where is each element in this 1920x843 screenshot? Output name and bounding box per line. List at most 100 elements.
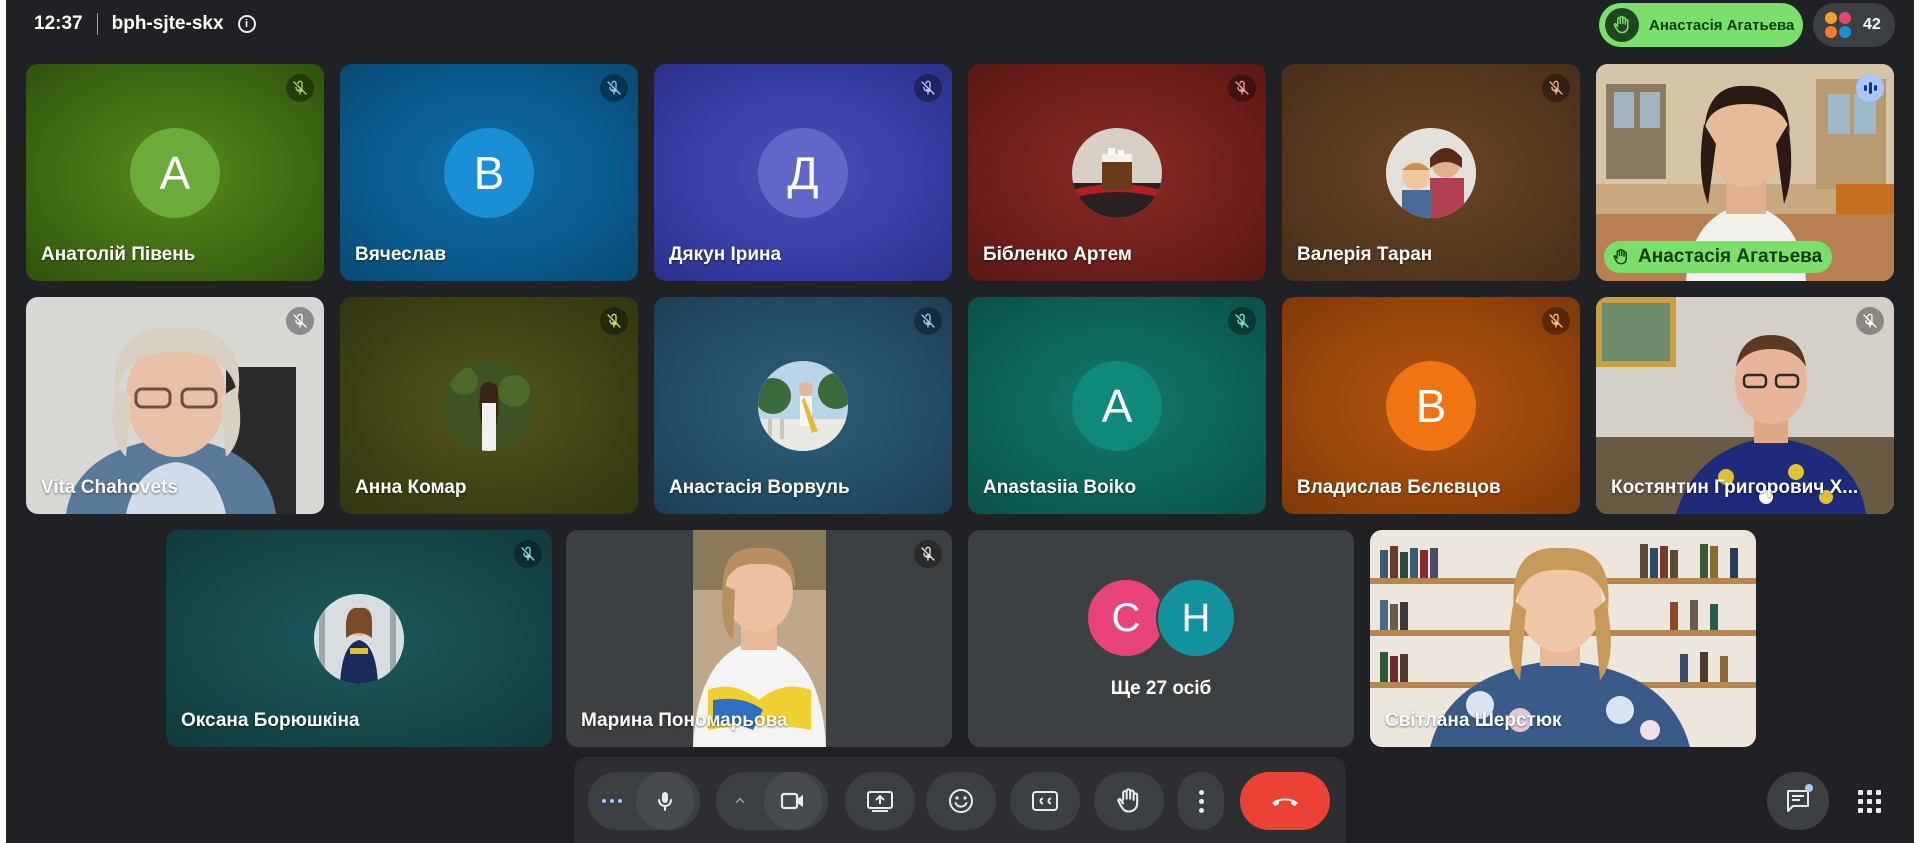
participant-tile[interactable]: Д Дякун Ірина: [654, 64, 952, 281]
mic-control-group: [588, 772, 700, 830]
participant-tile-active-speaker[interactable]: Анастасія Агатьева: [1596, 64, 1894, 281]
participant-tile[interactable]: Світлана Шерстюк: [1370, 530, 1756, 747]
participant-name: Костянтин Григорович Х...: [1611, 477, 1859, 498]
participants-avatars-icon: [1823, 10, 1853, 40]
emoji-icon: [949, 789, 973, 813]
end-call-icon: [1272, 798, 1298, 806]
avatar: A: [1072, 360, 1162, 451]
participant-tile[interactable]: Костянтин Григорович Х...: [1596, 297, 1894, 514]
divider: [96, 13, 98, 35]
activities-button[interactable]: [1840, 772, 1898, 830]
video-settings-button[interactable]: [716, 794, 764, 808]
chevron-up-icon: [735, 797, 745, 804]
camera-icon: [780, 792, 803, 810]
participant-name: Анатолій Півень: [41, 244, 196, 265]
leave-call-button[interactable]: [1240, 772, 1330, 830]
participant-tile[interactable]: Анна Комар: [340, 297, 638, 514]
avatar: В: [1386, 360, 1476, 451]
participant-name: Вячеслав: [355, 244, 447, 265]
participant-tile[interactable]: A Anastasiia Boiko: [968, 297, 1266, 514]
page-edge-right: [1914, 0, 1920, 843]
apps-grid-icon: [1857, 789, 1881, 813]
participant-name: Бібленко Артем: [983, 244, 1132, 265]
mic-off-icon: [1542, 307, 1570, 335]
avatar: В: [444, 127, 534, 218]
raised-hand-badge[interactable]: Анастасія Агатьева: [1599, 3, 1803, 47]
present-screen-button[interactable]: [845, 772, 915, 830]
participants-count: 42: [1863, 16, 1881, 33]
speaking-indicator-icon: [1856, 74, 1884, 102]
avatar-photo: [758, 360, 848, 451]
participant-name: Анастасія Ворвуль: [669, 477, 850, 498]
more-vertical-icon: [1198, 789, 1204, 813]
camera-control-group: [716, 772, 828, 830]
mic-off-icon: [514, 540, 542, 568]
participant-tile[interactable]: Марина Пономарьова: [566, 530, 952, 747]
participant-name: Vita Chahovets: [41, 477, 178, 498]
mic-off-icon: [914, 540, 942, 568]
meeting-info-bar: 12:37 bph-sjte-skx i: [34, 10, 256, 38]
meeting-code: bph-sjte-skx: [111, 13, 224, 34]
mic-off-icon: [286, 74, 314, 102]
mic-off-icon: [600, 74, 628, 102]
avatar-photo: [1386, 127, 1476, 218]
captions-button[interactable]: [1010, 772, 1080, 830]
present-screen-icon: [867, 791, 893, 812]
participant-tile[interactable]: А Анатолій Півень: [26, 64, 324, 281]
avatar: Д: [758, 127, 848, 218]
microphone-button[interactable]: [636, 772, 694, 830]
participant-name: Світлана Шерстюк: [1385, 710, 1562, 731]
hand-icon: [1613, 248, 1627, 265]
participant-tile[interactable]: В Вячеслав: [340, 64, 638, 281]
participant-tile[interactable]: Vita Chahovets: [26, 297, 324, 514]
avatar: Н: [1156, 578, 1236, 658]
notification-dot: [1805, 784, 1813, 792]
mic-off-icon: [1228, 74, 1256, 102]
avatar-photo: [314, 593, 404, 684]
participant-name: Оксана Борюшкіна: [181, 710, 360, 731]
mic-off-icon: [914, 307, 942, 335]
participant-tile[interactable]: Анастасія Ворвуль: [654, 297, 952, 514]
participant-tile[interactable]: Оксана Борюшкіна: [166, 530, 552, 747]
participant-tile[interactable]: Бібленко Артем: [968, 64, 1266, 281]
avatar-photo: [444, 360, 534, 451]
participant-name: Дякун Ірина: [669, 244, 782, 265]
other-avatars: С Н: [1086, 578, 1236, 658]
avatar-photo: [1072, 127, 1162, 218]
hand-icon: [1605, 8, 1639, 42]
participants-button[interactable]: 42: [1813, 3, 1895, 47]
participant-name: Анна Комар: [355, 477, 467, 498]
mic-off-icon: [1856, 307, 1884, 335]
mic-off-icon: [600, 307, 628, 335]
more-options-button[interactable]: [1178, 772, 1224, 830]
camera-button[interactable]: [764, 772, 822, 830]
participant-name: Владислав Бєлєвцов: [1297, 477, 1501, 498]
reactions-button[interactable]: [926, 772, 996, 830]
hand-icon: [1117, 788, 1139, 813]
participant-name: Anastasiia Boiko: [983, 477, 1137, 498]
clock: 12:37: [34, 13, 83, 34]
info-icon[interactable]: i: [237, 15, 256, 33]
participant-tile[interactable]: В Владислав Бєлєвцов: [1282, 297, 1580, 514]
participant-name-badge: Анастасія Агатьева: [1604, 241, 1833, 273]
microphone-icon: [658, 792, 672, 811]
mic-off-icon: [1542, 74, 1570, 102]
more-participants-label: Ще 27 осіб: [1110, 678, 1212, 699]
participant-name: Анастасія Агатьева: [1638, 246, 1823, 267]
more-participants-tile[interactable]: С Н Ще 27 осіб: [968, 530, 1354, 747]
more-horizontal-icon: [602, 799, 622, 803]
participant-name: Валерія Таран: [1297, 244, 1433, 265]
captions-icon: [1032, 791, 1058, 811]
avatar: С: [1086, 578, 1166, 658]
participant-tile[interactable]: Валерія Таран: [1282, 64, 1580, 281]
participant-name: Марина Пономарьова: [581, 710, 788, 731]
mic-off-icon: [286, 307, 314, 335]
mic-off-icon: [1228, 307, 1256, 335]
avatar: А: [130, 127, 220, 218]
raised-hand-name: Анастасія Агатьева: [1649, 16, 1795, 34]
chat-button[interactable]: [1767, 772, 1829, 830]
raise-hand-button[interactable]: [1094, 772, 1164, 830]
mic-off-icon: [914, 74, 942, 102]
audio-settings-button[interactable]: [588, 799, 636, 803]
page-edge-left: [0, 0, 6, 843]
